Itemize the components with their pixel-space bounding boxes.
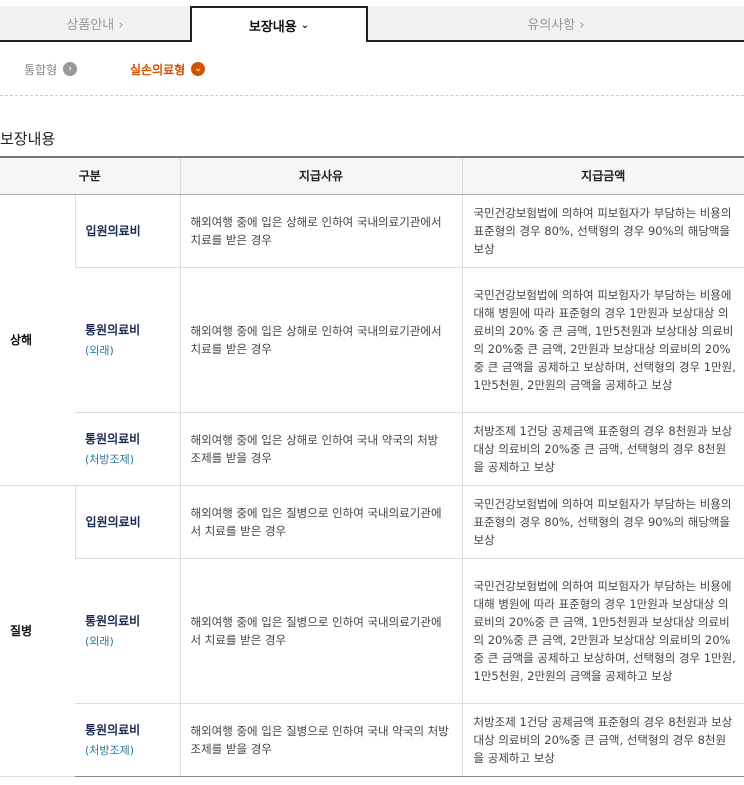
header-amount: 지급금액: [461, 156, 744, 195]
item-cell: 통원의료비 (처방조제): [75, 412, 180, 486]
tab-product-info[interactable]: 상품안내 ›: [0, 6, 190, 40]
reason-cell: 해외여행 중에 입은 상해로 인하여 국내의료기관에서 치료를 받은 경우: [179, 194, 462, 268]
chevron-down-icon: ⌄: [300, 19, 310, 31]
item-name: 입원의료비: [85, 224, 141, 238]
item-subtype: (처방조제): [85, 453, 135, 466]
header-reason: 지급사유: [179, 156, 462, 195]
tab-coverage[interactable]: 보장내용 ⌄: [190, 6, 368, 42]
table-row: 통원의료비 (처방조제) 해외여행 중에 입은 상해로 인하여 국내 약국의 처방…: [0, 412, 744, 486]
reason-cell: 해외여행 중에 입은 질병으로 인하여 국내 약국의 처방 조제를 받을 경우: [179, 703, 462, 777]
item-name: 입원의료비: [85, 515, 141, 529]
tab-coverage-label: 보장내용: [248, 19, 297, 35]
category-disease: 질병: [0, 485, 75, 777]
tab-baseline: [0, 40, 744, 42]
amount-cell: 처방조제 1건당 공제금액 표준형의 경우 8천원과 보상대상 의료비의 20%…: [461, 703, 744, 777]
category-injury: 상해: [0, 194, 75, 486]
table-header-row: 구분 지급사유 지급금액: [0, 156, 744, 195]
main-tabs: 상품안내 › 보장내용 ⌄ 유의사항 ›: [0, 0, 744, 42]
reason-cell: 해외여행 중에 입은 상해로 인하여 국내 약국의 처방 조제를 받을 경우: [179, 412, 462, 486]
tab-notice-label: 유의사항 ›: [527, 17, 585, 33]
amount-cell: 처방조제 1건당 공제금액 표준형의 경우 8천원과 보상대상 의료비의 20%…: [461, 412, 744, 486]
subtab-integrated[interactable]: 통합형 ›: [24, 58, 78, 80]
item-name: 통원의료비: [85, 723, 141, 737]
amount-cell: 국민건강보험법에 의하여 피보험자가 부담하는 비용의 표준형의 경우 80%,…: [461, 485, 744, 559]
item-subtype: (외래): [85, 635, 114, 648]
reason-cell: 해외여행 중에 입은 질병으로 인하여 국내의료기관에서 치료를 받은 경우: [179, 485, 462, 559]
table-row: 통원의료비 (외래) 해외여행 중에 입은 질병으로 인하여 국내의료기관에서 치…: [0, 558, 744, 704]
header-category: 구분: [0, 156, 180, 195]
sub-tabs: 통합형 › 실손의료형 ⌄: [0, 58, 744, 82]
table-row: 통원의료비 (처방조제) 해외여행 중에 입은 질병으로 인하여 국내 약국의 처…: [0, 703, 744, 777]
section-title: 보장내용: [0, 130, 56, 148]
table-row: 질병 입원의료비 해외여행 중에 입은 질병으로 인하여 국내의료기관에서 치료…: [0, 485, 744, 777]
item-name: 통원의료비: [85, 323, 141, 337]
item-name: 통원의료비: [85, 432, 141, 446]
table-row: 상해 입원의료비 해외여행 중에 입은 상해로 인하여 국내의료기관에서 치료를…: [0, 194, 744, 486]
reason-cell: 해외여행 중에 입은 질병으로 인하여 국내의료기관에서 치료를 받은 경우: [179, 558, 462, 704]
tab-product-info-label: 상품안내 ›: [66, 17, 124, 33]
item-subtype: (처방조제): [85, 744, 135, 757]
item-name: 통원의료비: [85, 614, 141, 628]
amount-cell: 국민건강보험법에 의하여 피보험자가 부담하는 비용의 표준형의 경우 80%,…: [461, 194, 744, 268]
item-cell: 입원의료비: [74, 194, 180, 268]
subtab-medical-expense[interactable]: 실손의료형 ⌄: [130, 58, 206, 80]
item-cell: 통원의료비 (외래): [75, 267, 180, 413]
reason-cell: 해외여행 중에 입은 상해로 인하여 국내의료기관에서 치료를 받은 경우: [179, 267, 462, 413]
item-cell: 통원의료비 (처방조제): [75, 703, 180, 777]
item-subtype: (외래): [85, 344, 114, 357]
chevron-down-icon: ⌄: [191, 62, 206, 76]
item-cell: 통원의료비 (외래): [75, 558, 180, 704]
subtab-integrated-label: 통합형: [24, 62, 58, 77]
subtab-medical-expense-label: 실손의료형: [130, 62, 186, 77]
item-cell: 입원의료비: [74, 485, 180, 559]
coverage-table: 구분 지급사유 지급금액 상해 입원의료비 해외여행 중에 입은 상해로 인하여…: [0, 156, 744, 777]
divider: [0, 95, 744, 96]
amount-cell: 국민건강보험법에 의하여 피보험자가 부담하는 비용에 대해 병원에 따라 표준…: [461, 267, 744, 413]
amount-cell: 국민건강보험법에 의하여 피보험자가 부담하는 비용에 대해 병원에 따라 표준…: [461, 558, 744, 704]
tab-notice[interactable]: 유의사항 ›: [368, 6, 744, 40]
table-row: 통원의료비 (외래) 해외여행 중에 입은 상해로 인하여 국내의료기관에서 치료…: [0, 267, 744, 413]
chevron-right-icon: ›: [63, 62, 78, 76]
